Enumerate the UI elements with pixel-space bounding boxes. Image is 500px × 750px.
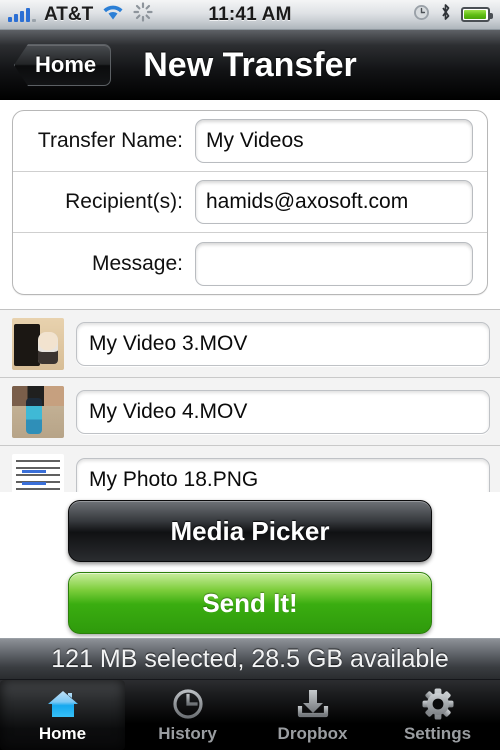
navigation-bar: Home New Transfer bbox=[0, 30, 500, 100]
transfer-name-label: Transfer Name: bbox=[37, 129, 183, 152]
list-item[interactable]: My Video 3.MOV bbox=[0, 310, 500, 378]
status-bar: AT&T 11:41 AM bbox=[0, 0, 500, 30]
form-row-message: Message: bbox=[13, 233, 487, 294]
tab-label: Settings bbox=[403, 723, 472, 743]
recipients-label: Recipient(s): bbox=[65, 190, 183, 213]
selected-files-list[interactable]: My Video 3.MOV My Video 4.MOV My Photo 1… bbox=[0, 309, 500, 492]
tab-label: History bbox=[158, 723, 217, 743]
clock-icon bbox=[170, 687, 206, 721]
tab-home[interactable]: Home bbox=[0, 680, 125, 750]
form-row-recipients: Recipient(s): hamids@axosoft.com bbox=[13, 172, 487, 233]
form-row-transfer-name: Transfer Name: My Videos bbox=[13, 111, 487, 172]
storage-status-bar: 121 MB selected, 28.5 GB available bbox=[0, 638, 500, 680]
tab-dropbox[interactable]: Dropbox bbox=[250, 680, 375, 750]
gear-icon bbox=[420, 687, 456, 721]
iphone-screen: AT&T 11:41 AM Home New Transfer Transfer… bbox=[0, 0, 500, 750]
transfer-form-group: Transfer Name: My Videos Recipient(s): h… bbox=[12, 110, 488, 295]
house-icon bbox=[45, 687, 81, 721]
file-thumbnail-icon bbox=[12, 454, 64, 492]
content-area: Transfer Name: My Videos Recipient(s): h… bbox=[0, 100, 500, 492]
file-name[interactable]: My Video 4.MOV bbox=[76, 389, 490, 434]
file-name[interactable]: My Photo 18.PNG bbox=[76, 458, 490, 492]
clock-time: 11:41 AM bbox=[208, 3, 292, 25]
tab-bar: Home History Dropbox Settings bbox=[0, 680, 500, 750]
message-input[interactable] bbox=[195, 241, 473, 286]
tab-label: Home bbox=[38, 723, 87, 743]
transfer-name-input[interactable]: My Videos bbox=[195, 119, 473, 163]
page-title: New Transfer bbox=[143, 45, 357, 84]
list-item[interactable]: My Photo 18.PNG bbox=[0, 446, 500, 492]
tab-settings[interactable]: Settings bbox=[375, 680, 500, 750]
battery-icon bbox=[461, 7, 493, 22]
file-thumbnail-icon bbox=[12, 317, 64, 370]
file-thumbnail-icon bbox=[12, 385, 64, 438]
recipients-input[interactable]: hamids@axosoft.com bbox=[195, 180, 473, 224]
media-picker-button[interactable]: Media Picker bbox=[68, 500, 432, 562]
tab-label: Dropbox bbox=[277, 723, 348, 743]
message-label: Message: bbox=[91, 251, 183, 275]
tab-history[interactable]: History bbox=[125, 680, 250, 750]
action-buttons-area: Media Picker Send It! bbox=[0, 492, 500, 638]
list-item[interactable]: My Video 4.MOV bbox=[0, 378, 500, 446]
send-it-button[interactable]: Send It! bbox=[68, 572, 432, 634]
download-inbox-icon bbox=[295, 687, 331, 721]
file-name[interactable]: My Video 3.MOV bbox=[76, 321, 490, 366]
